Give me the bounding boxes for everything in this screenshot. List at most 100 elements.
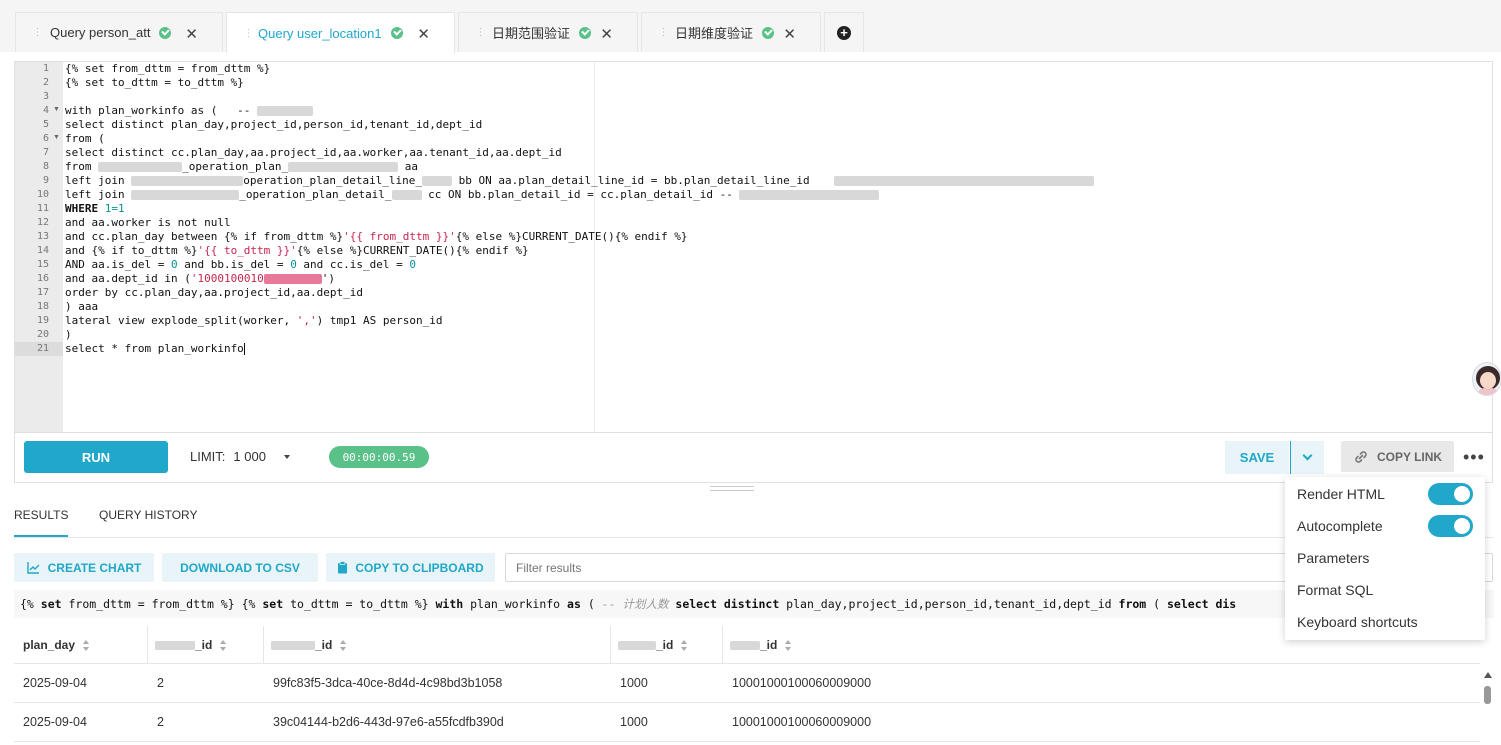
cell-project-id: 2: [157, 715, 164, 729]
tab-query-user-location1[interactable]: ⋮ Query user_location1 ✕: [226, 12, 455, 53]
column-header-plan-day[interactable]: plan_day: [14, 626, 148, 664]
sort-icon[interactable]: [785, 640, 792, 652]
download-csv-button[interactable]: DOWNLOAD TO CSV: [162, 553, 318, 582]
tab-query-person-att[interactable]: ⋮ Query person_att ✕: [15, 12, 223, 52]
line-number: 8: [42, 161, 49, 172]
line-number: 17: [36, 287, 49, 298]
column-header-person-id[interactable]: _id: [264, 626, 611, 664]
line-number: 3: [42, 91, 49, 102]
chart-icon: [26, 562, 40, 574]
line-number: 9: [42, 175, 49, 186]
print-margin: [594, 62, 595, 432]
tab-query-history[interactable]: QUERY HISTORY: [99, 508, 197, 522]
tab-date-range-check[interactable]: ⋮ 日期范围验证 ✕: [458, 12, 638, 52]
run-button[interactable]: RUN: [24, 441, 168, 473]
copy-clipboard-button[interactable]: COPY TO CLIPBOARD: [326, 553, 495, 582]
render-html-toggle[interactable]: [1428, 483, 1473, 505]
assistant-avatar[interactable]: [1472, 362, 1501, 396]
code-line-4: with plan_workinfo as ( --: [65, 104, 314, 118]
success-check-icon: [762, 26, 775, 39]
more-options-icon[interactable]: •••: [1463, 447, 1485, 468]
cell-tenant-id: 1000: [620, 676, 648, 690]
caret-down-icon: [284, 455, 290, 459]
clipboard-icon: [338, 561, 348, 574]
code-line-21: select * from plan_workinfo: [65, 342, 245, 355]
menu-item-autocomplete[interactable]: Autocomplete: [1297, 518, 1383, 534]
tab-results[interactable]: RESULTS: [14, 508, 69, 537]
tab-divider: [14, 537, 1494, 538]
line-number: 19: [36, 315, 49, 326]
sort-icon[interactable]: [340, 640, 347, 652]
code-line-5: select distinct plan_day,project_id,pers…: [65, 118, 483, 131]
code-line-19: lateral view explode_split(worker, ',') …: [65, 314, 443, 327]
query-tab-bar: ⋮ Query person_att ✕ ⋮ Query user_locati…: [0, 10, 1501, 53]
drag-handle-icon[interactable]: ⋮: [241, 28, 255, 39]
menu-item-parameters[interactable]: Parameters: [1297, 550, 1369, 566]
limit-label: LIMIT:: [190, 449, 226, 464]
success-check-icon: [159, 26, 172, 39]
line-number: 7: [42, 147, 49, 158]
copy-link-label: COPY LINK: [1376, 449, 1443, 464]
cell-dept-id: 10001000100060009000: [732, 676, 872, 690]
menu-item-render-html[interactable]: Render HTML: [1297, 486, 1385, 502]
line-number: 13: [36, 231, 49, 242]
save-options-button[interactable]: [1290, 441, 1324, 474]
line-number: 5: [42, 119, 49, 130]
tab-label: 日期范围验证: [492, 26, 571, 41]
line-number: 10: [36, 189, 49, 200]
table-row[interactable]: 2025-09-04 2 39c04144-b2d6-443d-97e6-a55…: [14, 703, 1480, 742]
code-line-6: from (: [65, 132, 105, 145]
tab-label: Query person_att: [50, 25, 151, 40]
editor-toolbar: RUN LIMIT: 1 000 00:00:00.59 SAVE COPY LI…: [14, 433, 1493, 483]
table-scrollbar[interactable]: [1484, 672, 1492, 732]
line-number-gutter: 1 2 3 4 ▼ 5 6 ▼ 7 8 9 10 11 12 13 14 15 16 17 18 19 20 21: [15, 62, 63, 432]
code-line-15: AND aa.is_del = 0 and bb.is_del = 0 and …: [65, 258, 417, 271]
line-number: 15: [36, 259, 49, 270]
table-row[interactable]: 2025-09-04 2 99fc83f5-3dca-40ce-8d4d-4c9…: [14, 664, 1480, 703]
column-header-project-id[interactable]: _id: [148, 626, 264, 664]
close-tab-icon[interactable]: ✕: [783, 25, 796, 43]
fold-arrow-icon[interactable]: ▼: [53, 134, 60, 141]
code-line-12: and aa.worker is not null: [65, 216, 231, 229]
sort-icon[interactable]: [220, 640, 227, 652]
add-tab-button[interactable]: +: [824, 12, 864, 52]
fold-arrow-icon[interactable]: ▼: [53, 106, 60, 113]
sort-icon[interactable]: [681, 640, 688, 652]
cell-plan-day: 2025-09-04: [23, 676, 87, 690]
drag-handle-icon[interactable]: ⋮: [473, 27, 487, 38]
autocomplete-toggle[interactable]: [1428, 515, 1473, 537]
copy-link-button[interactable]: COPY LINK: [1341, 441, 1454, 472]
menu-item-keyboard-shortcuts[interactable]: Keyboard shortcuts: [1297, 614, 1418, 630]
line-number: 2: [42, 77, 49, 88]
link-icon: [1355, 450, 1367, 463]
limit-dropdown[interactable]: LIMIT: 1 000: [190, 449, 290, 464]
text-cursor: [243, 343, 245, 355]
menu-item-format-sql[interactable]: Format SQL: [1297, 582, 1373, 598]
tab-date-dimension-check[interactable]: ⋮ 日期维度验证 ✕: [641, 12, 821, 52]
create-chart-button[interactable]: CREATE CHART: [14, 553, 154, 582]
cell-project-id: 2: [157, 676, 164, 690]
resize-handle[interactable]: [710, 486, 754, 491]
sql-editor[interactable]: 1 2 3 4 ▼ 5 6 ▼ 7 8 9 10 11 12 13 14 15 16 17 18 19 20 21 {% s…: [14, 61, 1493, 433]
line-number: 16: [36, 273, 49, 284]
drag-handle-icon[interactable]: ⋮: [30, 27, 44, 38]
plus-circle-icon: +: [837, 25, 851, 40]
scroll-up-icon[interactable]: [1484, 672, 1492, 678]
cell-person-id: 99fc83f5-3dca-40ce-8d4d-4c98bd3b1058: [273, 676, 503, 690]
editor-options-menu: Render HTML Autocomplete Parameters Form…: [1285, 477, 1485, 640]
save-button[interactable]: SAVE: [1225, 441, 1289, 474]
close-tab-icon[interactable]: ✕: [600, 25, 613, 43]
sort-icon[interactable]: [83, 640, 90, 652]
drag-handle-icon[interactable]: ⋮: [656, 27, 670, 38]
close-tab-icon[interactable]: ✕: [417, 25, 430, 43]
cell-plan-day: 2025-09-04: [23, 715, 87, 729]
close-tab-icon[interactable]: ✕: [185, 25, 198, 43]
scrollbar-thumb[interactable]: [1484, 686, 1491, 704]
line-number: 21: [15, 342, 63, 356]
code-line-18: ) aaa: [65, 300, 99, 313]
column-header-tenant-id[interactable]: _id: [611, 626, 723, 664]
tab-label: 日期维度验证: [675, 26, 754, 41]
code-line-9: left join operation_plan_detail_line_ bb…: [65, 174, 1095, 188]
chevron-down-icon: [1302, 450, 1313, 461]
cell-tenant-id: 1000: [620, 715, 648, 729]
